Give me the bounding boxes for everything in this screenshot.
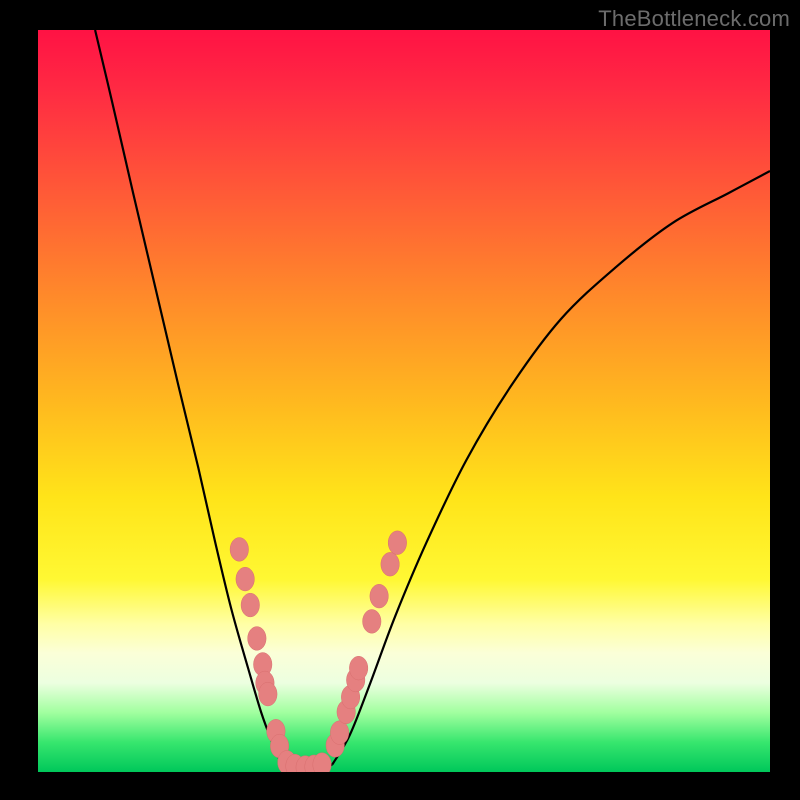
plot-area [38,30,770,772]
scatter-dot [330,721,348,745]
chart-frame: TheBottleneck.com [0,0,800,800]
scatter-dot [230,538,248,562]
scatter-dot [381,552,399,576]
curve-right-branch [332,171,770,765]
scatter-dot [370,584,388,608]
scatter-dot [248,627,266,651]
scatter-dot [388,531,406,555]
watermark-text: TheBottleneck.com [598,6,790,32]
scatter-dots [230,531,407,772]
scatter-dot [259,682,277,706]
scatter-dot [363,610,381,634]
scatter-dot [236,567,254,591]
scatter-dot [349,656,367,680]
curve-layer [38,30,770,772]
curve-left-branch [95,30,282,765]
scatter-dot [241,593,259,617]
